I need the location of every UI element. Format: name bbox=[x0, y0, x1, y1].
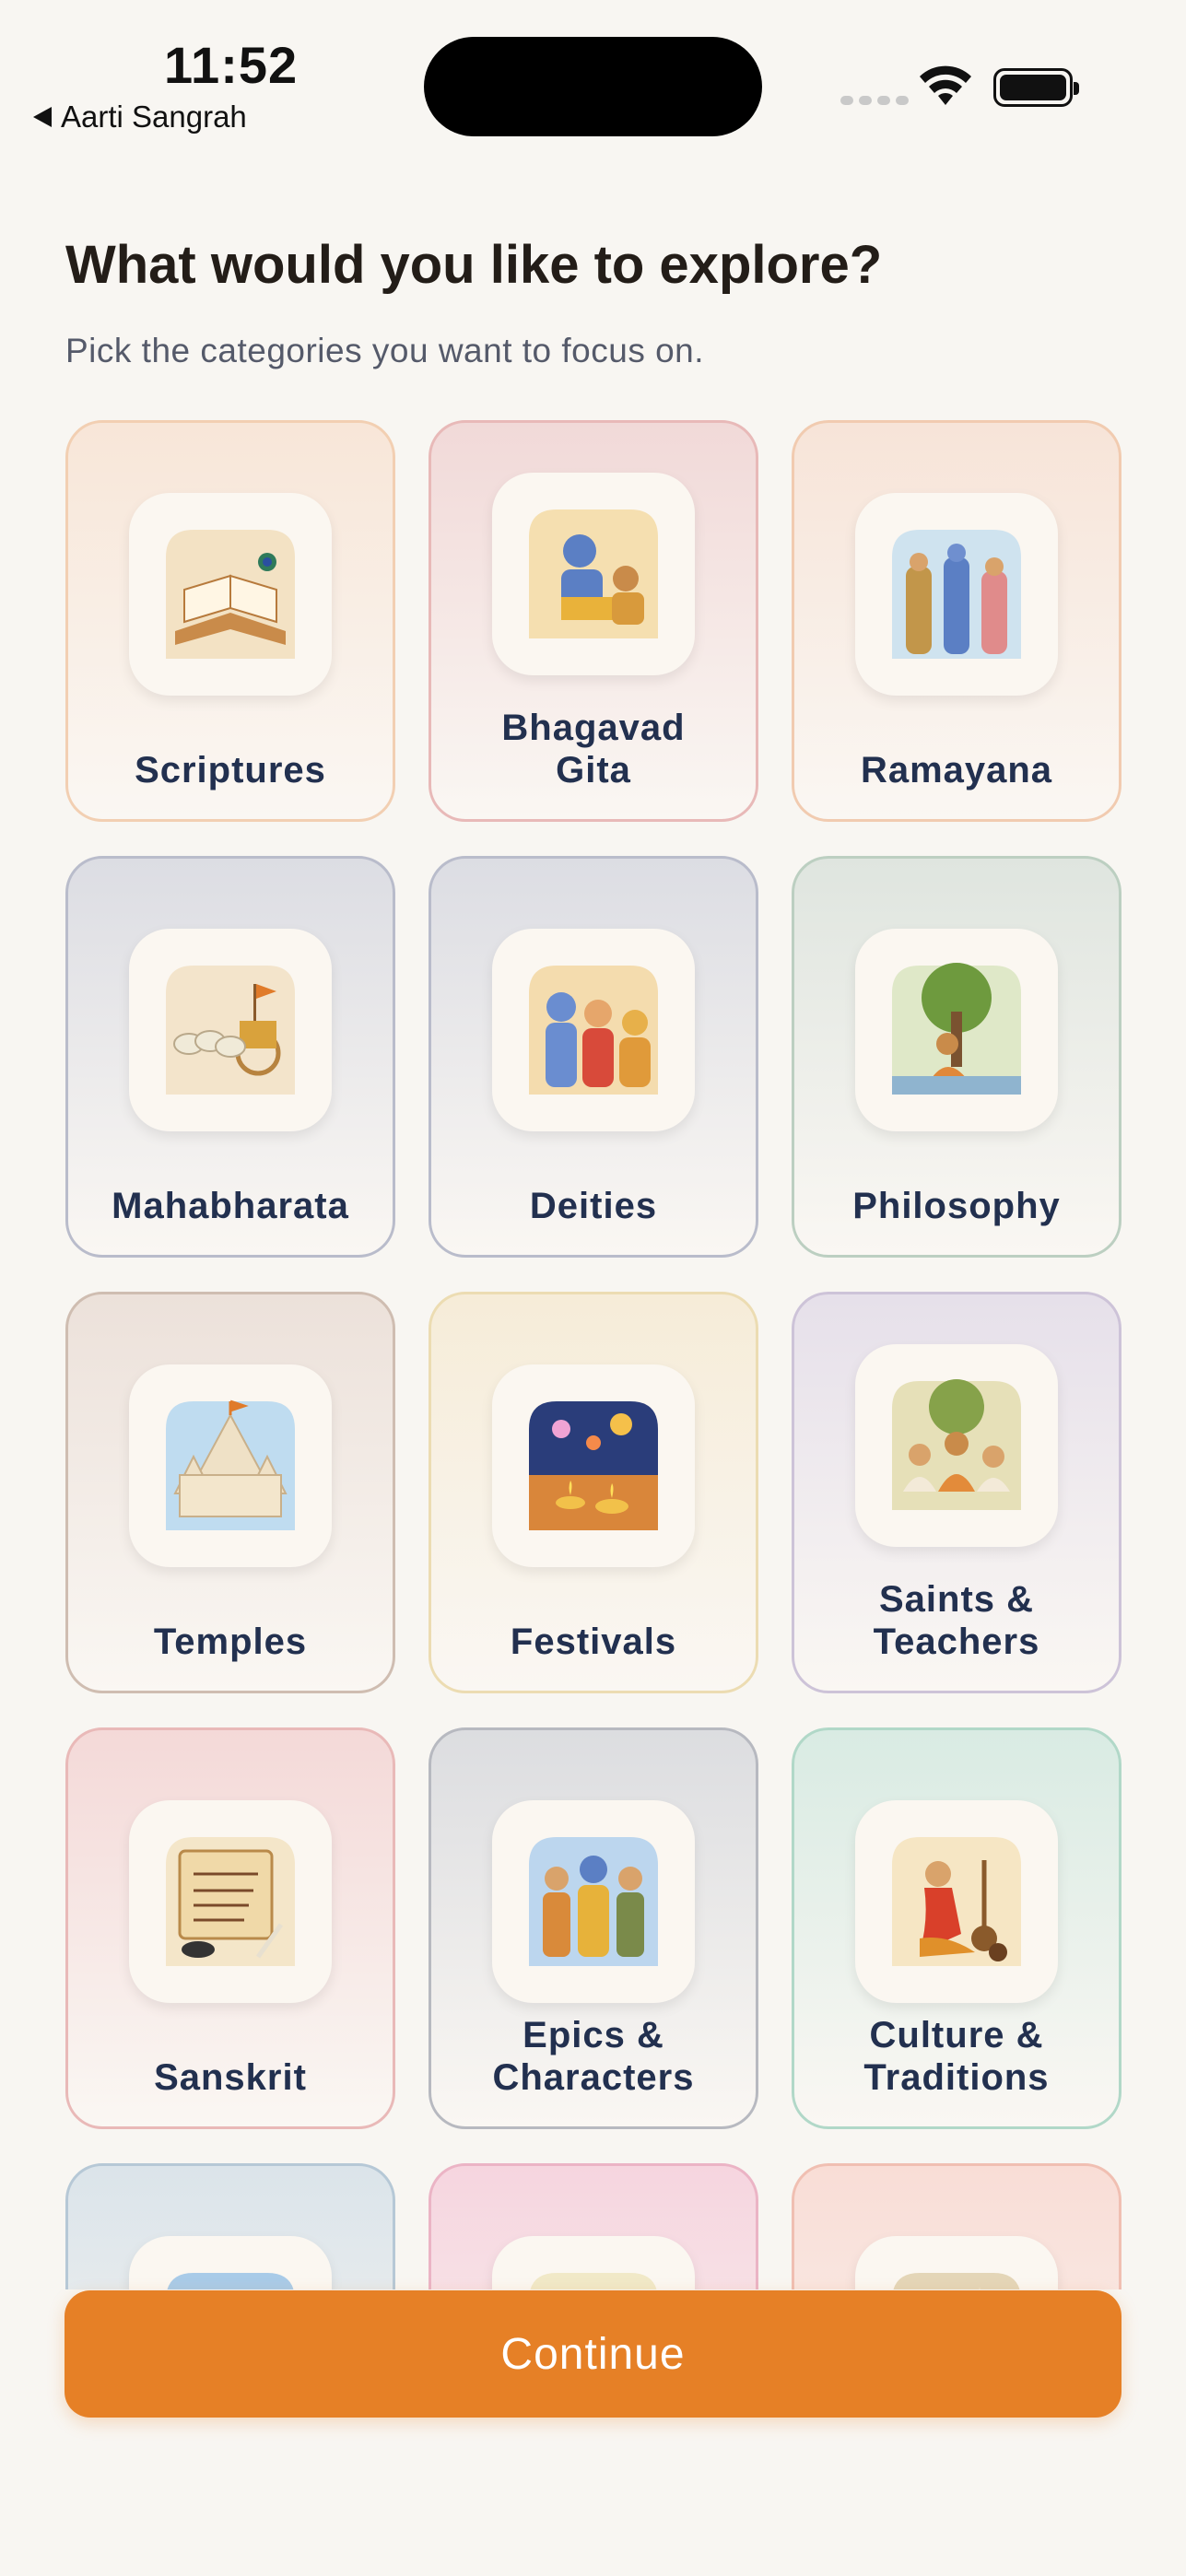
krishna-arjuna-icon bbox=[529, 509, 658, 638]
category-label: Bhagavad Gita bbox=[501, 708, 686, 790]
category-thumbnail bbox=[492, 929, 695, 1131]
category-label: Epics & Characters bbox=[492, 2015, 695, 2098]
category-label: Philosophy bbox=[852, 1186, 1061, 1226]
epic-heroes-icon bbox=[529, 1837, 658, 1966]
sanskrit-scroll-icon bbox=[166, 1837, 295, 1966]
category-card[interactable]: Temples bbox=[65, 1292, 395, 1693]
category-label: Scriptures bbox=[135, 750, 326, 790]
category-card[interactable]: Festivals bbox=[429, 1292, 758, 1693]
back-app-label: Aarti Sangrah bbox=[61, 100, 247, 134]
category-card[interactable]: Sanskrit bbox=[65, 1727, 395, 2129]
sage-under-tree-icon bbox=[892, 963, 1021, 1095]
category-thumbnail bbox=[855, 1800, 1058, 2003]
category-label: Deities bbox=[529, 1186, 658, 1226]
category-thumbnail bbox=[855, 1344, 1058, 1547]
back-to-app-link[interactable]: Aarti Sangrah bbox=[33, 100, 247, 135]
category-card[interactable] bbox=[65, 2163, 395, 2289]
cellular-signal-icon bbox=[840, 96, 909, 105]
category-card[interactable]: Bhagavad Gita bbox=[429, 420, 758, 822]
category-thumbnail bbox=[855, 493, 1058, 696]
dancer-with-veena-icon bbox=[892, 1837, 1021, 1966]
category-label: Mahabharata bbox=[112, 1186, 349, 1226]
gurus-gathering-icon bbox=[892, 1379, 1021, 1510]
continue-button[interactable]: Continue bbox=[65, 2290, 1121, 2418]
category-label: Temples bbox=[153, 1622, 308, 1662]
category-card[interactable]: Ramayana bbox=[792, 420, 1121, 822]
category-thumbnail bbox=[492, 1364, 695, 1567]
category-grid[interactable]: Scriptures Bhagavad Gita Ramayana Mahabhara… bbox=[0, 415, 1186, 2289]
category-card[interactable]: Culture & Traditions bbox=[792, 1727, 1121, 2129]
category-card[interactable] bbox=[792, 2163, 1121, 2289]
category-thumbnail bbox=[129, 1364, 332, 1567]
category-card[interactable]: Scriptures bbox=[65, 420, 395, 822]
category-label: Ramayana bbox=[860, 750, 1053, 790]
category-label: Festivals bbox=[510, 1622, 677, 1662]
category-thumbnail bbox=[492, 1800, 695, 2003]
temple-icon bbox=[166, 1399, 295, 1530]
category-label: Sanskrit bbox=[154, 2057, 307, 2098]
temple-sunset-icon bbox=[893, 2273, 1020, 2289]
category-thumbnail bbox=[855, 2236, 1058, 2289]
category-card[interactable]: Mahabharata bbox=[65, 856, 395, 1258]
back-arrow-icon bbox=[33, 107, 52, 127]
battery-icon bbox=[993, 68, 1079, 107]
page-title: What would you like to explore? bbox=[65, 235, 883, 295]
status-time: 11:52 bbox=[164, 36, 299, 94]
shiva-parvati-ganesha-icon bbox=[529, 966, 658, 1095]
book-with-peacock-feather-icon bbox=[166, 530, 295, 659]
category-card[interactable]: Philosophy bbox=[792, 856, 1121, 1258]
dynamic-island bbox=[424, 37, 762, 136]
wifi-icon bbox=[920, 65, 971, 105]
category-thumbnail bbox=[492, 473, 695, 675]
category-thumbnail bbox=[492, 2236, 695, 2289]
category-label: Saints & Teachers bbox=[873, 1579, 1040, 1662]
category-thumbnail bbox=[855, 929, 1058, 1131]
category-card[interactable]: Deities bbox=[429, 856, 758, 1258]
category-thumbnail bbox=[129, 929, 332, 1131]
diya-fireworks-icon bbox=[529, 1401, 658, 1530]
category-card[interactable]: Saints & Teachers bbox=[792, 1292, 1121, 1693]
category-card[interactable]: Epics & Characters bbox=[429, 1727, 758, 2129]
chariot-horses-icon bbox=[166, 966, 295, 1095]
category-thumbnail bbox=[129, 2236, 332, 2289]
category-thumbnail bbox=[129, 1800, 332, 2003]
category-thumbnail bbox=[129, 493, 332, 696]
category-label: Culture & Traditions bbox=[863, 2015, 1050, 2098]
mountains-icon bbox=[167, 2273, 294, 2289]
page-subtitle: Pick the categories you want to focus on… bbox=[65, 332, 705, 369]
rama-sita-lakshmana-icon bbox=[892, 530, 1021, 659]
landscape-icon bbox=[530, 2273, 657, 2289]
category-card[interactable] bbox=[429, 2163, 758, 2289]
status-bar: 11:52 Aarti Sangrah bbox=[0, 0, 1186, 157]
